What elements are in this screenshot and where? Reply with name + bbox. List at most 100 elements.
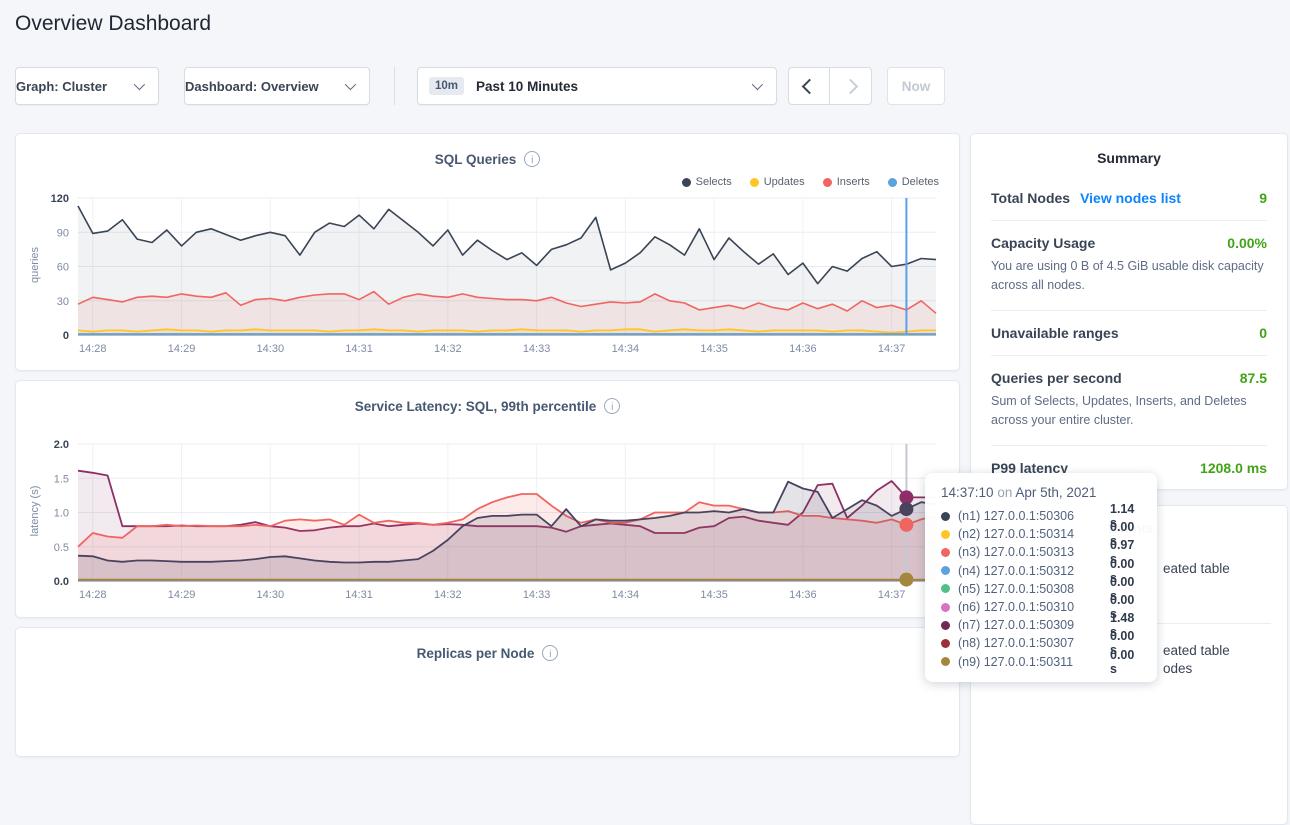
legend-item[interactable]: Inserts (823, 176, 870, 188)
chevron-down-icon (752, 79, 763, 90)
service-latency-title: Service Latency: SQL, 99th percentile (355, 399, 597, 414)
legend-dot-icon (823, 178, 832, 187)
time-range-badge: 10m (429, 77, 464, 95)
view-nodes-list-link[interactable]: View nodes list (1080, 190, 1181, 206)
tooltip-on: on (997, 485, 1012, 500)
tooltip-node-label: (n1) 127.0.0.1:50306 (958, 509, 1110, 523)
tooltip-node-label: (n8) 127.0.0.1:50307 (958, 636, 1110, 650)
chevron-left-icon (801, 78, 817, 94)
legend-item[interactable]: Selects (682, 176, 732, 188)
tooltip-date: Apr 5th, 2021 (1015, 485, 1096, 500)
service-latency-chart[interactable]: 0.00.51.01.52.014:2814:2914:3014:3114:32… (16, 436, 961, 608)
summary-title: Summary (991, 150, 1267, 166)
chevron-down-icon (134, 79, 145, 90)
divider (991, 355, 1267, 356)
replicas-per-node-card: Replicas per Node i (15, 627, 960, 757)
time-back-button[interactable] (788, 67, 830, 105)
now-button[interactable]: Now (887, 67, 945, 105)
total-nodes-label: Total Nodes (991, 190, 1070, 206)
svg-text:14:30: 14:30 (257, 343, 285, 355)
node-color-dot-icon (941, 639, 950, 648)
tooltip-rows: (n1) 127.0.0.1:50306 1.14 s (n2) 127.0.0… (941, 507, 1143, 671)
service-latency-title-row: Service Latency: SQL, 99th percentile i (16, 398, 959, 414)
svg-text:14:35: 14:35 (700, 343, 728, 355)
svg-text:60: 60 (57, 262, 69, 274)
svg-text:14:30: 14:30 (257, 589, 285, 601)
svg-text:14:37: 14:37 (878, 343, 906, 355)
tooltip-time: 14:37:10 (941, 485, 994, 500)
sql-queries-chart[interactable]: 030609012014:2814:2914:3014:3114:3214:33… (16, 190, 961, 362)
sql-queries-legend: Selects Updates Inserts Deletes (682, 176, 939, 188)
chart-hover-tooltip: 14:37:10 on Apr 5th, 2021 (n1) 127.0.0.1… (925, 473, 1157, 682)
dashboard-dropdown[interactable]: Dashboard: Overview (184, 67, 370, 105)
svg-text:14:35: 14:35 (700, 589, 728, 601)
svg-text:14:36: 14:36 (789, 589, 817, 601)
graph-dropdown[interactable]: Graph: Cluster (15, 67, 159, 105)
tooltip-node-label: (n7) 127.0.0.1:50309 (958, 618, 1110, 632)
event-item[interactable]: eated table odes (1163, 642, 1230, 678)
svg-text:14:31: 14:31 (345, 589, 373, 601)
svg-text:2.0: 2.0 (54, 439, 69, 451)
legend-item[interactable]: Deletes (888, 176, 939, 188)
svg-text:14:33: 14:33 (523, 343, 551, 355)
replicas-title: Replicas per Node (417, 646, 535, 661)
event-item-line: odes (1163, 660, 1230, 678)
svg-text:1.0: 1.0 (54, 508, 69, 520)
svg-text:0.0: 0.0 (54, 576, 69, 588)
legend-label: Inserts (837, 176, 870, 188)
time-step-buttons (788, 67, 872, 105)
svg-text:30: 30 (57, 296, 69, 308)
svg-text:0.5: 0.5 (54, 542, 69, 554)
info-icon[interactable]: i (524, 151, 540, 167)
svg-text:14:32: 14:32 (434, 589, 462, 601)
time-range-picker[interactable]: 10m Past 10 Minutes (417, 67, 777, 105)
legend-label: Selects (696, 176, 732, 188)
svg-text:14:28: 14:28 (79, 343, 107, 355)
legend-dot-icon (750, 178, 759, 187)
chevron-down-icon (345, 79, 356, 90)
sql-queries-title-row: SQL Queries i (16, 151, 959, 167)
replicas-title-row: Replicas per Node i (16, 645, 959, 661)
tooltip-node-label: (n6) 127.0.0.1:50310 (958, 600, 1110, 614)
svg-text:120: 120 (51, 193, 69, 205)
svg-text:14:37: 14:37 (878, 589, 906, 601)
svg-text:14:33: 14:33 (523, 589, 551, 601)
capacity-usage-row: Capacity Usage 0.00% (991, 235, 1267, 251)
svg-text:14:32: 14:32 (434, 343, 462, 355)
sql-queries-card: SQL Queries i Selects Updates Inserts De… (15, 133, 960, 371)
unavailable-ranges-row: Unavailable ranges 0 (991, 325, 1267, 341)
tooltip-node-label: (n4) 127.0.0.1:50312 (958, 564, 1110, 578)
qps-value: 87.5 (1240, 370, 1267, 386)
event-item[interactable]: eated table (1163, 560, 1230, 578)
divider (991, 445, 1267, 446)
divider (991, 220, 1267, 221)
sql-queries-title: SQL Queries (435, 152, 517, 167)
tooltip-node-label: (n3) 127.0.0.1:50313 (958, 545, 1110, 559)
divider (991, 310, 1267, 311)
svg-text:14:29: 14:29 (168, 343, 196, 355)
svg-text:14:34: 14:34 (612, 343, 640, 355)
time-range-label: Past 10 Minutes (476, 79, 578, 94)
svg-text:14:36: 14:36 (789, 343, 817, 355)
tooltip-node-label: (n2) 127.0.0.1:50314 (958, 527, 1110, 541)
tooltip-node-value: 0.00 s (1110, 648, 1143, 676)
svg-text:0: 0 (63, 330, 69, 342)
unavailable-ranges-label: Unavailable ranges (991, 325, 1119, 341)
legend-label: Deletes (902, 176, 939, 188)
node-color-dot-icon (941, 530, 950, 539)
node-color-dot-icon (941, 512, 950, 521)
node-color-dot-icon (941, 657, 950, 666)
capacity-usage-value: 0.00% (1227, 235, 1267, 251)
svg-text:14:29: 14:29 (168, 589, 196, 601)
qps-row: Queries per second 87.5 (991, 370, 1267, 386)
time-forward-button[interactable] (830, 67, 872, 105)
legend-item[interactable]: Updates (750, 176, 805, 188)
capacity-usage-label: Capacity Usage (991, 235, 1095, 251)
capacity-usage-desc: You are using 0 B of 4.5 GiB usable disk… (991, 257, 1267, 296)
node-color-dot-icon (941, 548, 950, 557)
info-icon[interactable]: i (604, 398, 620, 414)
svg-text:14:31: 14:31 (345, 343, 373, 355)
info-icon[interactable]: i (542, 645, 558, 661)
p99-latency-value: 1208.0 ms (1200, 460, 1267, 476)
event-item-line: eated table (1163, 642, 1230, 660)
